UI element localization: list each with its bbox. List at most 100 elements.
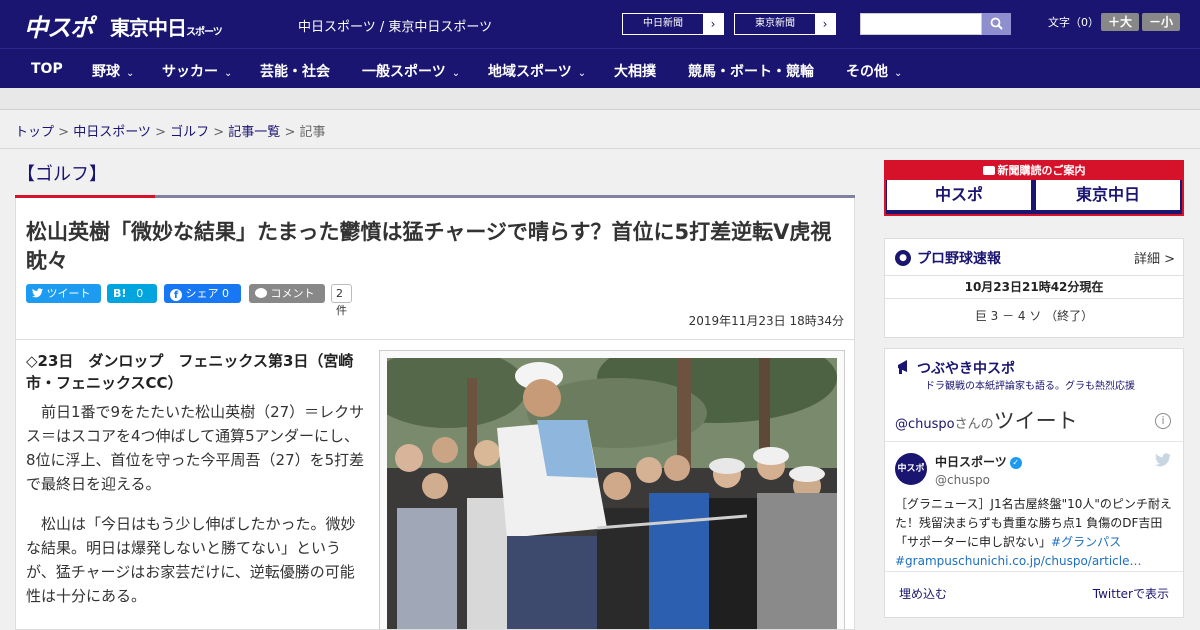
twitter-divider [885,441,1183,442]
nav-item-soccer[interactable]: サッカー ⌄ [162,61,232,81]
view-on-twitter-link[interactable]: Twitterで表示 [1093,585,1169,602]
tweets-handle-suffix: さんの [954,417,994,432]
nav-item-label: 競馬・ボート・競輪 [688,64,814,80]
search-input[interactable] [860,13,982,35]
nav-item-racing[interactable]: 競馬・ボート・競輪 [688,61,814,81]
facebook-share-button[interactable]: f シェア 0 [164,284,241,303]
nav-item-label: TOP [31,61,63,77]
tokyo-shimbun-button[interactable]: 東京新聞 › [734,13,836,35]
nav-item-label: サッカー [162,64,218,80]
subscription-banner-title: 新聞購読のご案内 [884,162,1184,178]
chevron-down-icon: ⌄ [126,68,135,79]
sub-nav-strip [0,88,1200,110]
nav-item-general-sports[interactable]: 一般スポーツ ⌄ [362,61,460,81]
baseball-widget-title: プロ野球速報 [917,251,1001,267]
nav-item-top[interactable]: TOP [31,61,63,77]
tweet-link[interactable]: #grampuschunichi.co.jp/chuspo/article… [895,554,1141,568]
nav-item-sumo[interactable]: 大相撲 [614,61,656,81]
article-headline: 松山英樹「微妙な結果」たまった鬱憤は猛チャージで晴らす？首位に5打差逆転V虎視眈… [26,220,832,273]
nav-item-baseball[interactable]: 野球 ⌄ [92,61,134,81]
nav-item-entertainment[interactable]: 芸能・社会 [260,61,330,81]
article-body: ◇23日 ダンロップ フェニックス第3日（宮崎市・フェニックスCC） 前日1番で… [15,340,855,630]
nav-item-label: 大相撲 [614,64,656,80]
newspaper-icon [982,166,995,175]
tweet-label: ツイート [46,287,91,300]
font-smaller-button[interactable]: －小 [1142,13,1180,31]
ad-logo-tokyo: 東京中日 [1036,180,1180,210]
nav-item-label: 野球 [92,64,120,80]
font-size-label: 文字（0） [1048,16,1099,29]
breadcrumb-separator: > [280,125,300,140]
search-button[interactable] [982,13,1011,35]
tweets-word: ツイート [993,409,1078,433]
twitter-bird-icon [32,288,43,298]
breadcrumb: トップ > 中日スポーツ > ゴルフ > 記事一覧 > 記事 [15,121,326,140]
breadcrumb-separator: > [54,125,74,140]
avatar[interactable]: 中スポ [895,453,927,485]
top-header: 中スポ 東京中日スポーツ 中日スポーツ / 東京中日スポーツ 中日新聞 › 東京… [0,0,1200,48]
chevron-down-icon: ⌄ [577,68,587,79]
subscription-title-text: 新聞購読のご案内 [997,164,1086,177]
tweet-body: ［グラニュース］J1名古屋終盤"10人"のピンチ耐えた！残留決まらずも貴重な勝ち… [895,497,1172,549]
breadcrumb-article-list[interactable]: 記事一覧 [228,125,280,140]
verified-badge-icon: ✓ [1009,456,1022,469]
article-paragraph: 前日1番で9をたたいた松山英樹（27）＝レクサス＝はスコアを4つ伸ばして通算5ア… [26,403,365,493]
megaphone-icon [898,360,907,374]
publish-date: 2019年11月23日 18時34分 [688,314,844,328]
score-line[interactable]: 巨 3 － 4 ソ （終了） [885,307,1183,324]
chevron-down-icon: ⌄ [451,68,461,79]
chevron-right-icon: › [703,14,723,34]
baseball-detail-link[interactable]: 詳細 > [1134,248,1175,267]
nav-item-label: 地域スポーツ [488,64,572,80]
twitter-widget-title: つぶやき中スポ [917,361,1015,377]
account-name-text: 中日スポーツ [935,455,1007,469]
nav-item-label: その他 [846,64,888,80]
hatena-count: 0 [136,287,144,300]
category-heading: 【ゴルフ】 [17,164,107,185]
nav-item-label: 一般スポーツ [362,64,446,80]
score-timestamp: 10月23日21時42分現在 [885,275,1183,299]
twitter-widget: つぶやき中スポ ドラ観戦の本紙評論家も語る。グラも熱烈応援 @chuspoさんの… [884,348,1184,618]
tokyo-shimbun-label: 東京新聞 [755,18,795,29]
hatena-label: B! [113,287,127,300]
twitter-footer-divider [885,571,1183,572]
breadcrumb-separator: > [150,125,171,140]
article-photo[interactable] [387,358,837,629]
hatena-bookmark-button[interactable]: B! 0 [107,284,157,303]
breadcrumb-golf[interactable]: ゴルフ [170,125,209,140]
info-icon[interactable]: i [1155,413,1171,429]
tokyo-logo-text: 東京中日 [110,16,187,40]
breadcrumb-chunichi-sports[interactable]: 中日スポーツ [73,125,151,140]
tweet-account-handle[interactable]: @chuspo [935,473,990,487]
article-paragraph: 松山は「今日はもう少し伸ばしたかった。微妙な結果。明日は爆発しないと勝てない」と… [26,515,356,605]
embed-link[interactable]: 埋め込む [899,585,947,602]
tweet-text: ［グラニュース］J1名古屋終盤"10人"のピンチ耐えた！残留決まらずも貴重な勝ち… [895,495,1177,571]
comment-label: コメント [270,287,315,300]
tweet-account-name[interactable]: 中日スポーツ ✓ [935,453,1022,470]
main-nav: TOP 野球 ⌄ サッカー ⌄ 芸能・社会 一般スポーツ ⌄ 地域スポーツ ⌄ 大相撲 … [0,48,1200,88]
nav-item-other[interactable]: その他 ⌄ [846,61,902,81]
tokyo-chunichi-logo[interactable]: 東京中日スポーツ [110,12,223,41]
comment-bubble-icon [255,288,267,298]
tweets-handle: @chuspo [895,417,955,432]
tweet-button[interactable]: ツイート [26,284,101,303]
article-photo-frame [379,350,845,629]
breadcrumb-separator: > [209,125,229,140]
chunichi-shimbun-button[interactable]: 中日新聞 › [622,13,724,35]
twitter-bird-icon[interactable] [1155,453,1171,467]
chunichi-shimbun-label: 中日新聞 [643,18,683,29]
baseball-icon: ● [895,250,911,266]
nav-item-local-sports[interactable]: 地域スポーツ ⌄ [488,61,586,81]
comment-button[interactable]: コメント [249,284,325,303]
font-larger-button[interactable]: ＋大 [1101,13,1139,31]
chevron-right-icon: › [815,14,835,34]
breadcrumb-top[interactable]: トップ [15,125,54,140]
tweet-hashtag[interactable]: #グランパス [1051,535,1121,549]
search-icon [990,17,1003,30]
chevron-down-icon: ⌄ [894,68,903,79]
comment-count[interactable]: 2件 [331,284,352,317]
chuspo-logo[interactable]: 中スポ [24,8,94,43]
tweets-by-heading[interactable]: @chuspoさんのツイート [895,405,1078,435]
facebook-icon: f [170,289,182,301]
article-header: 松山英樹「微妙な結果」たまった鬱憤は猛チャージで晴らす？首位に5打差逆転V虎視眈… [15,198,855,340]
